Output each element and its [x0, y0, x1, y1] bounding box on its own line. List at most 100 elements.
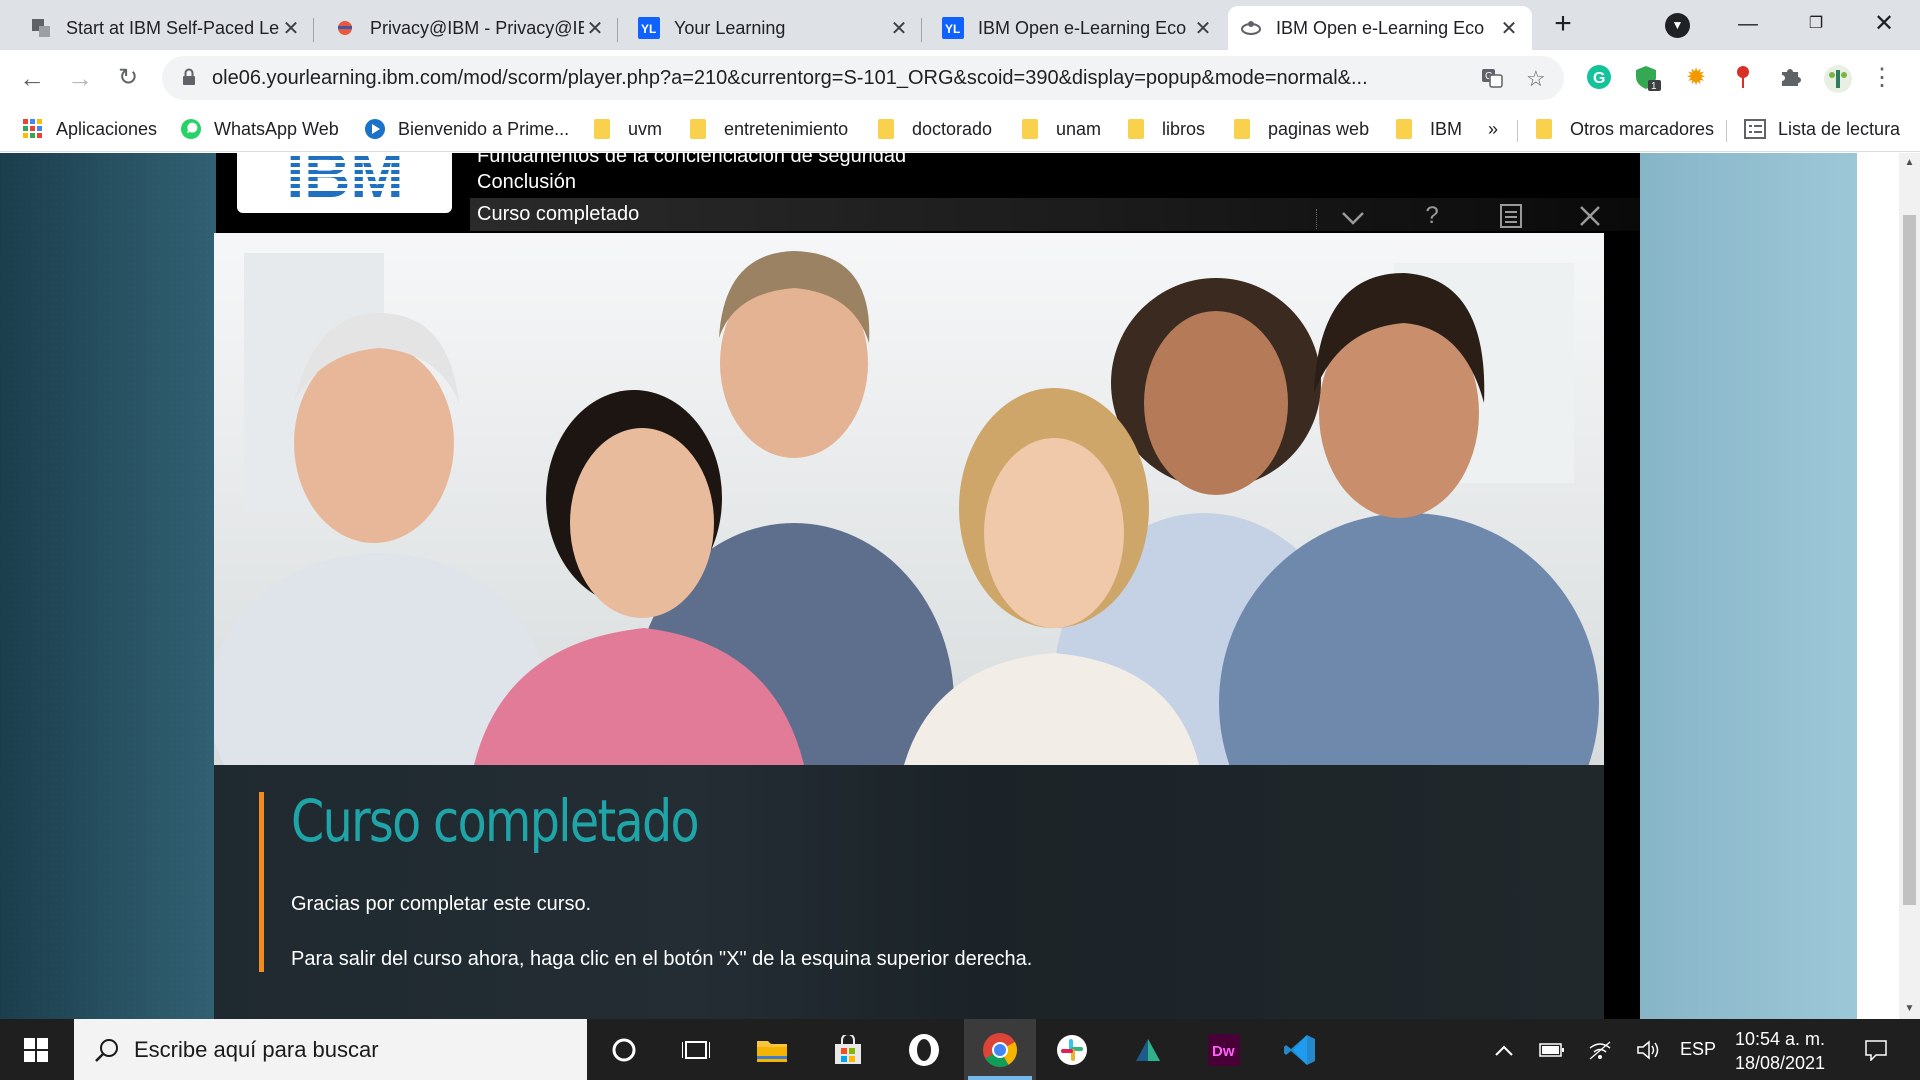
tab-3[interactable]: YL Your Learning ✕	[626, 6, 922, 50]
reading-list-button[interactable]: Lista de lectura	[1744, 116, 1900, 142]
wifi-icon[interactable]	[1580, 1019, 1620, 1080]
app-icon[interactable]	[1116, 1019, 1180, 1080]
address-bar[interactable]: ole06.yourlearning.ibm.com/mod/scorm/pla…	[162, 56, 1564, 100]
slack-icon[interactable]	[1040, 1019, 1104, 1080]
close-course-icon[interactable]	[1570, 199, 1610, 233]
bookmark-folder-otros[interactable]: Otros marcadores	[1536, 116, 1714, 142]
header-divider	[1316, 209, 1317, 229]
close-tab-icon[interactable]: ✕	[1192, 16, 1214, 41]
page-icon	[30, 17, 52, 39]
show-hidden-icons-chevron-icon[interactable]	[1486, 1019, 1522, 1080]
tab-search-icon[interactable]: ▼	[1665, 13, 1690, 38]
taskbar-search-box[interactable]: Escribe aquí para buscar	[74, 1019, 587, 1080]
folder-icon	[1022, 119, 1038, 139]
opera-icon[interactable]	[892, 1019, 956, 1080]
folder-icon	[1234, 119, 1250, 139]
pin-extension-icon[interactable]	[1729, 64, 1757, 92]
bookmarks-bar: Aplicaciones WhatsApp Web Bienvenido a P…	[0, 106, 1920, 152]
tab-title: IBM Open e-Learning Eco	[1276, 17, 1485, 38]
more-bookmarks-button[interactable]: »	[1488, 116, 1498, 142]
bookmark-folder-uvm[interactable]: uvm	[594, 116, 662, 142]
player-header: IBM Fundamentos de la concienciación de …	[216, 153, 1640, 233]
lesson-bar: Curso completado	[470, 198, 1640, 231]
bookmark-label: WhatsApp Web	[214, 118, 339, 139]
bookmark-folder-libros[interactable]: libros	[1128, 116, 1205, 142]
new-tab-button[interactable]: +	[1543, 8, 1583, 42]
apps-grid-icon	[22, 118, 44, 140]
close-window-button[interactable]: ✕	[1854, 8, 1914, 40]
tab-title: IBM Open e-Learning Eco	[978, 17, 1187, 38]
bookmark-label: entretenimiento	[724, 118, 849, 139]
language-indicator[interactable]: ESP	[1676, 1019, 1720, 1080]
restore-button[interactable]: ❐	[1786, 8, 1846, 40]
vscode-icon[interactable]	[1268, 1019, 1332, 1080]
close-tab-icon[interactable]: ✕	[1498, 16, 1520, 41]
tab-5-active[interactable]: IBM Open e-Learning Eco ✕	[1228, 6, 1532, 50]
bookmark-folder-paginas-web[interactable]: paginas web	[1234, 116, 1369, 142]
shield-extension-icon[interactable]: 1	[1634, 64, 1662, 92]
folder-icon	[1396, 119, 1412, 139]
back-button[interactable]: ←	[14, 60, 50, 96]
bookmark-folder-doctorado[interactable]: doctorado	[878, 116, 992, 142]
task-view-icon[interactable]	[664, 1019, 728, 1080]
thank-you-text: Gracias por completar este curso.	[291, 893, 592, 915]
bookmark-label: doctorado	[912, 118, 993, 139]
scroll-down-arrow-icon[interactable]: ▼	[1899, 999, 1920, 1019]
browser-tab-strip: Start at IBM Self-Paced Le ✕ Privacy@IBM…	[0, 0, 1920, 50]
bookmark-prime[interactable]: Bienvenido a Prime...	[364, 116, 569, 142]
module-name: Conclusión	[477, 171, 576, 193]
minimize-button[interactable]: —	[1718, 8, 1778, 40]
tab-title: Privacy@IBM - Privacy@IB	[370, 17, 584, 38]
bookmark-folder-unam[interactable]: unam	[1022, 116, 1101, 142]
dreamweaver-icon[interactable]: Dw	[1192, 1019, 1256, 1080]
transcript-icon[interactable]	[1491, 199, 1531, 233]
tab-1[interactable]: Start at IBM Self-Paced Le ✕	[18, 6, 314, 50]
system-clock[interactable]: 10:54 a. m. 18/08/2021	[1720, 1027, 1840, 1075]
search-placeholder: Escribe aquí para buscar	[134, 1036, 379, 1062]
close-tab-icon[interactable]: ✕	[888, 16, 910, 41]
menu-kebab-icon[interactable]: ⋮	[1868, 64, 1896, 92]
url-text[interactable]: ole06.yourlearning.ibm.com/mod/scorm/pla…	[212, 67, 1462, 90]
close-tab-icon[interactable]: ✕	[584, 16, 606, 41]
svg-text:G: G	[1593, 70, 1605, 87]
file-explorer-icon[interactable]	[740, 1019, 804, 1080]
tab-4[interactable]: YL IBM Open e-Learning Eco ✕	[930, 6, 1226, 50]
lesson-name: Curso completado	[477, 203, 640, 225]
scrollbar-thumb[interactable]	[1903, 215, 1916, 905]
bookmark-folder-ibm[interactable]: IBM	[1396, 116, 1462, 142]
extensions-puzzle-icon[interactable]	[1776, 64, 1804, 92]
translate-icon[interactable]: G	[1480, 66, 1504, 96]
clock-date: 18/08/2021	[1734, 1053, 1826, 1073]
grammarly-icon[interactable]: G	[1585, 64, 1613, 92]
chrome-icon[interactable]	[964, 1019, 1036, 1080]
course-name: Fundamentos de la concienciación de segu…	[477, 153, 907, 167]
bookmark-whatsapp[interactable]: WhatsApp Web	[180, 116, 339, 142]
close-tab-icon[interactable]: ✕	[280, 16, 302, 41]
tab-2[interactable]: Privacy@IBM - Privacy@IB ✕	[322, 6, 618, 50]
reload-button[interactable]: ↻	[110, 60, 146, 96]
page-background-right	[1640, 153, 1857, 1019]
page-background-left	[0, 153, 216, 1019]
menu-chevron-icon[interactable]	[1333, 199, 1373, 233]
bookmark-folder-entretenimiento[interactable]: entretenimiento	[690, 116, 848, 142]
battery-icon[interactable]	[1532, 1019, 1572, 1080]
profile-avatar[interactable]	[1823, 64, 1852, 93]
bookmark-label: paginas web	[1268, 118, 1370, 139]
prime-video-icon	[364, 118, 386, 140]
vertical-scrollbar[interactable]: ▲ ▼	[1899, 153, 1920, 1019]
ibm-bee-icon	[1240, 17, 1262, 39]
help-icon[interactable]: ?	[1412, 199, 1452, 233]
sun-extension-icon[interactable]: ✹	[1682, 64, 1710, 92]
forward-button[interactable]: →	[62, 60, 98, 96]
bookmark-apps[interactable]: Aplicaciones	[22, 116, 157, 142]
volume-icon[interactable]	[1628, 1019, 1668, 1080]
svg-text:Dw: Dw	[1212, 1043, 1235, 1060]
lock-icon[interactable]	[182, 68, 196, 86]
notifications-icon[interactable]	[1852, 1019, 1900, 1080]
bookmark-star-icon[interactable]: ☆	[1526, 66, 1546, 92]
store-icon[interactable]	[816, 1019, 880, 1080]
scroll-up-arrow-icon[interactable]: ▲	[1899, 153, 1920, 173]
cortana-icon[interactable]	[592, 1019, 656, 1080]
start-button[interactable]	[0, 1019, 72, 1080]
folder-icon	[594, 119, 610, 139]
